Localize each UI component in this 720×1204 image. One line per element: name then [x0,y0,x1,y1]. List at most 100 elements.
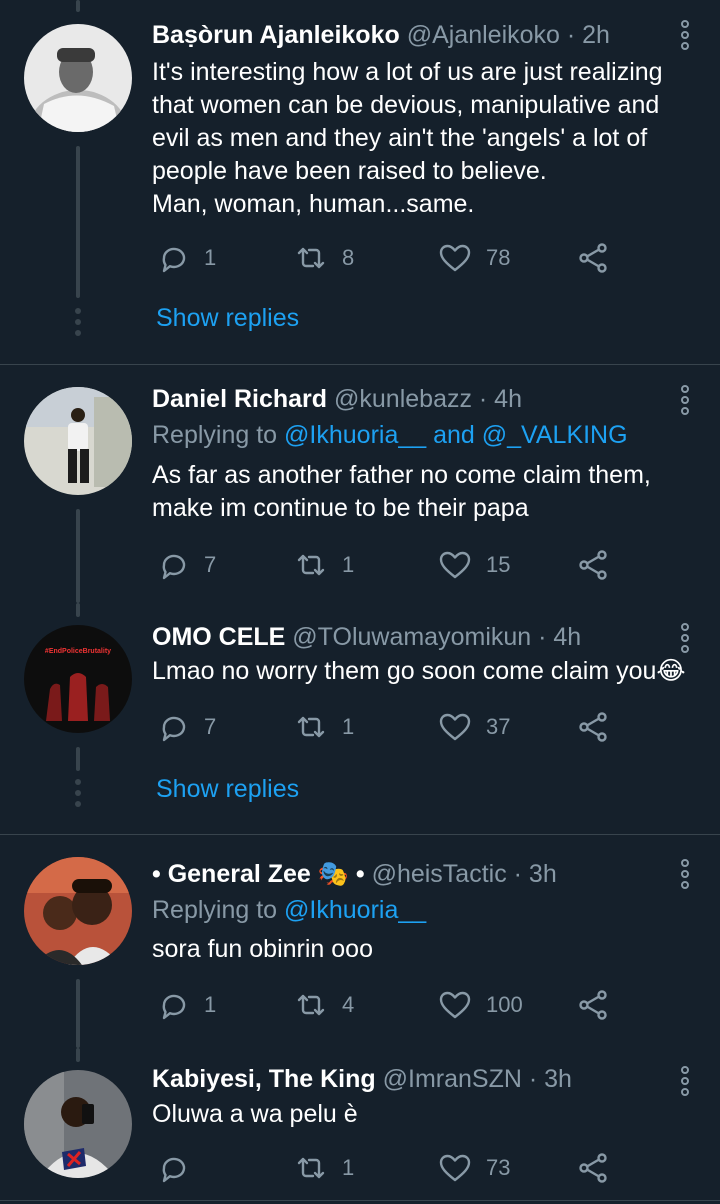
like-count: 37 [486,714,511,739]
reply-icon [162,1157,186,1183]
avatar[interactable]: #EndPoliceBrutality [24,625,132,733]
author-handle[interactable]: @heisTactic · 3h [372,860,557,888]
author-name[interactable]: Kabiyesi, The King [152,1065,376,1093]
reply-icon [162,247,186,273]
share-icon [579,1153,607,1183]
author-handle[interactable]: @Ajanleikoko · 2h [407,21,610,49]
like-button[interactable]: 73 [438,1148,510,1188]
tweet[interactable]: Daniel Richard @kunlebazz · 4h Replying … [0,365,720,603]
share-icon [579,550,607,580]
thread-line [76,747,80,771]
replying-to: Replying to @Ikhuoria__ and @_VALKING [152,420,628,450]
author-name[interactable]: Baṣòrun Ajanleikoko [152,21,400,49]
replying-handles[interactable]: @Ikhuoria__ [284,896,426,924]
thread-line [76,603,80,617]
avatar[interactable] [24,857,132,965]
retweet-icon [297,994,325,1016]
reply-button[interactable]: 7 [156,545,216,585]
tweet-header: OMO CELE @TOluwamayomikun · 4h [152,622,581,652]
avatar[interactable] [24,387,132,495]
thread-line [76,509,80,603]
retweet-count: 1 [342,1155,355,1180]
avatar-caption: #EndPoliceBrutality [45,648,111,655]
author-name[interactable]: Daniel Richard [152,385,327,413]
like-button[interactable]: 78 [438,238,510,278]
share-button[interactable] [576,238,610,278]
thread-line [76,1048,80,1062]
more-icon[interactable] [680,623,690,656]
retweet-icon [297,554,325,576]
tweet[interactable]: • General Zee 🎭 • @heisTactic · 3h Reply… [0,835,720,1048]
more-icon[interactable] [680,859,690,892]
share-icon [579,243,607,273]
tweet-header: • General Zee 🎭 • @heisTactic · 3h [152,859,557,889]
avatar-image: #EndPoliceBrutality [24,625,132,733]
author-handle[interactable]: @ImranSZN · 3h [383,1065,572,1093]
thread-dots[interactable] [74,779,82,812]
retweet-count: 1 [342,714,355,739]
tweet-text: sora fun obinrin ooo [152,935,373,963]
share-button[interactable] [576,707,610,747]
retweet-button[interactable]: 1 [294,1148,354,1188]
like-icon [439,991,471,1019]
reply-button[interactable]: 1 [156,238,216,278]
reply-icon [162,554,186,580]
like-button[interactable]: 100 [438,985,523,1025]
like-icon [439,1154,471,1182]
like-count: 78 [486,245,511,270]
tweet[interactable]: Kabiyesi, The King @ImranSZN · 3h Oluwa … [0,1048,720,1204]
more-icon[interactable] [680,20,690,53]
avatar-image [24,857,132,965]
reply-button[interactable] [156,1148,204,1188]
tweet-actions: 1 4 100 [152,985,622,1025]
tweet-header: Daniel Richard @kunlebazz · 4h [152,384,522,414]
share-button[interactable] [576,985,610,1025]
replying-prefix: Replying to [152,896,285,924]
tweet-text: As far as another father no come claim t… [152,461,651,522]
retweet-button[interactable]: 8 [294,238,354,278]
replying-handles[interactable]: @Ikhuoria__ and @_VALKING [284,421,628,449]
share-button[interactable] [576,1148,610,1188]
retweet-button[interactable]: 4 [294,985,354,1025]
reply-icon [162,994,186,1020]
replying-to: Replying to @Ikhuoria__ [152,895,426,925]
share-icon [579,712,607,742]
author-handle[interactable]: @kunlebazz · 4h [334,385,522,413]
reply-button[interactable]: 7 [156,707,216,747]
more-icon[interactable] [680,385,690,418]
like-icon [439,244,471,272]
avatar-image [24,24,132,132]
author-name[interactable]: OMO CELE [152,623,285,651]
share-icon [579,990,607,1020]
author-name[interactable]: • General Zee 🎭 • [152,860,365,888]
reply-count: 7 [204,552,217,577]
like-button[interactable]: 37 [438,707,510,747]
reply-button[interactable]: 1 [156,985,216,1025]
more-icon[interactable] [680,1066,690,1099]
thread-line [76,146,80,298]
show-replies-link[interactable]: Show replies [156,775,299,804]
tweet-header: Kabiyesi, The King @ImranSZN · 3h [152,1064,572,1094]
tweet-actions: 1 8 78 [152,238,622,278]
author-handle[interactable]: @TOluwamayomikun · 4h [292,623,581,651]
avatar-image [24,387,132,495]
avatar[interactable] [24,1070,132,1178]
tweet-actions: 7 1 15 [152,545,622,585]
tweet-text: It's interesting how a lot of us are jus… [152,58,663,218]
like-count: 73 [486,1155,511,1180]
tweet[interactable]: #EndPoliceBrutality OMO CELE @TOluwamayo… [0,603,720,834]
reply-count: 1 [204,992,217,1017]
reply-count: 7 [204,714,217,739]
avatar[interactable] [24,24,132,132]
retweet-button[interactable]: 1 [294,545,354,585]
retweet-count: 1 [342,552,355,577]
thread-line [76,0,80,12]
share-button[interactable] [576,545,610,585]
show-replies-link[interactable]: Show replies [156,304,299,333]
thread-dots[interactable] [74,308,82,341]
retweet-button[interactable]: 1 [294,707,354,747]
retweet-count: 8 [342,245,355,270]
tweet[interactable]: Baṣòrun Ajanleikoko @Ajanleikoko · 2h It… [0,0,720,364]
like-button[interactable]: 15 [438,545,510,585]
avatar-image [24,1070,132,1178]
